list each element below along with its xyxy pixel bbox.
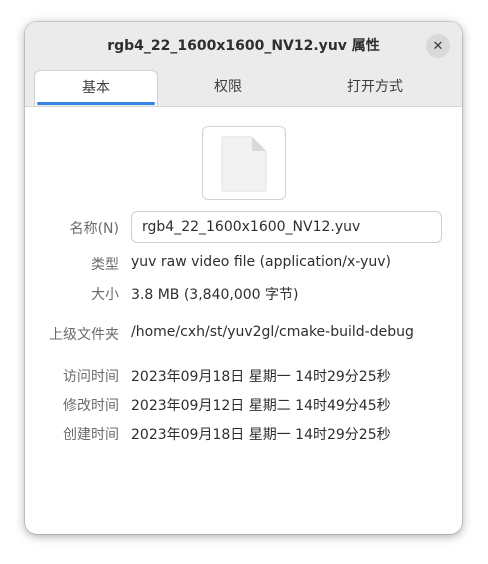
parent-folder-value[interactable]: /home/cxh/st/yuv2gl/cmake-build-debug (131, 324, 414, 340)
type-label: 类型 (91, 257, 119, 273)
size-label: 大小 (91, 287, 119, 303)
close-button[interactable]: ✕ (426, 34, 450, 58)
accessed-value: 2023年09月18日 星期一 14时29分25秒 (131, 369, 391, 385)
modified-value: 2023年09月12日 星期二 14时49分45秒 (131, 398, 391, 414)
size-value: 3.8 MB (3,840,000 字节) (131, 287, 299, 303)
type-value: yuv raw video file (application/x-yuv) (131, 254, 391, 270)
name-field[interactable]: rgb4_22_1600x1600_NV12.yuv (131, 211, 442, 243)
file-icon-frame (202, 126, 286, 200)
created-value: 2023年09月18日 星期一 14时29分25秒 (131, 427, 391, 443)
created-label: 创建时间 (63, 427, 119, 443)
tab-permissions[interactable]: 权限 (166, 70, 290, 106)
generic-file-icon (221, 136, 267, 192)
accessed-label: 访问时间 (63, 369, 119, 385)
tab-open-with[interactable]: 打开方式 (313, 70, 437, 106)
tab-basic[interactable]: 基本 (34, 70, 158, 105)
tab-bar: 基本 权限 打开方式 (25, 70, 462, 107)
name-label: 名称(N) (69, 221, 119, 237)
title-bar: rgb4_22_1600x1600_NV12.yuv 属性 ✕ (25, 22, 462, 70)
parent-folder-label: 上级文件夹 (49, 327, 119, 343)
close-icon: ✕ (432, 38, 444, 54)
window-title: rgb4_22_1600x1600_NV12.yuv 属性 (107, 38, 380, 54)
properties-dialog: rgb4_22_1600x1600_NV12.yuv 属性 ✕ 基本 权限 打开… (25, 22, 462, 534)
modified-label: 修改时间 (63, 398, 119, 414)
